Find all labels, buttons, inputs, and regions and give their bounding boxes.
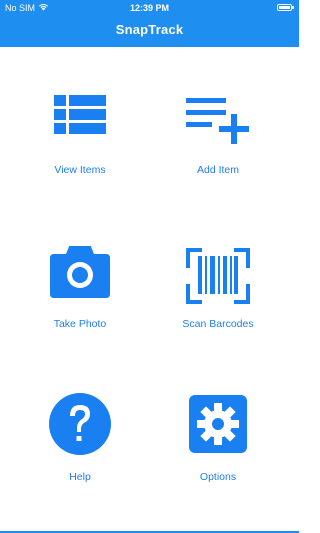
take-photo-label: Take Photo (53, 318, 107, 330)
take-photo-button[interactable]: Take Photo (10, 244, 150, 356)
add-item-button[interactable]: Add Item (148, 92, 288, 202)
gear-icon (186, 392, 250, 456)
scan-barcodes-button[interactable]: Scan Barcodes (148, 246, 288, 356)
status-bar: No SIM 12:39 PM (0, 0, 299, 16)
status-time: 12:39 PM (129, 3, 170, 13)
view-items-label: View Items (54, 164, 106, 176)
help-icon (48, 392, 112, 456)
barcode-scan-icon (186, 246, 250, 310)
page-title: SnapTrack (115, 22, 184, 37)
add-item-label: Add Item (196, 164, 240, 176)
battery-icon (277, 4, 294, 11)
list-icon (48, 92, 112, 156)
help-button[interactable]: Help (10, 392, 150, 502)
navigation-bar: No SIM 12:39 PM SnapTrack (0, 0, 299, 47)
scan-barcodes-label: Scan Barcodes (182, 318, 254, 330)
camera-icon (48, 244, 112, 310)
view-items-button[interactable]: View Items (10, 92, 150, 202)
options-button[interactable]: Options (148, 392, 288, 502)
options-label: Options (199, 471, 237, 483)
help-label: Help (69, 471, 91, 483)
add-list-icon (186, 92, 250, 156)
